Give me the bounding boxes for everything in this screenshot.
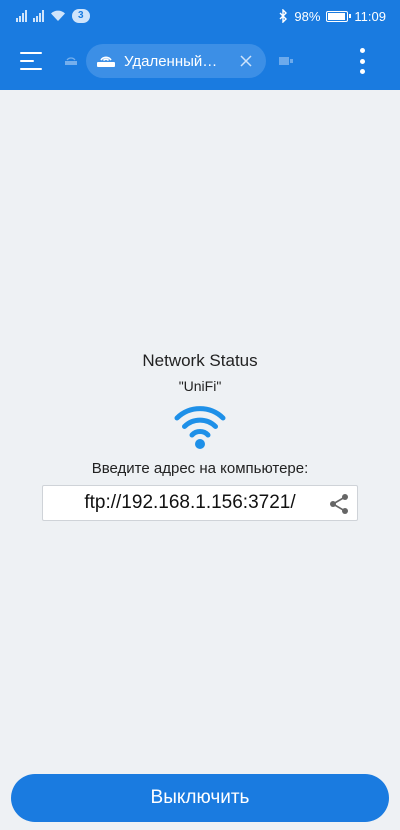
ftp-address-field[interactable]: ftp://192.168.1.156:3721/	[42, 485, 358, 521]
wifi-status-icon	[51, 10, 65, 21]
clock: 11:09	[354, 8, 386, 24]
more-vertical-icon[interactable]	[350, 48, 374, 74]
cell-signal-icon	[16, 10, 27, 22]
notification-badge: 3	[72, 9, 90, 23]
ftp-address[interactable]: ftp://192.168.1.156:3721/	[43, 492, 357, 514]
next-tab-icon[interactable]	[278, 55, 294, 67]
bluetooth-icon	[279, 9, 288, 23]
battery-percent: 98%	[294, 8, 321, 24]
network-ssid: "UniFi"	[178, 378, 222, 394]
address-hint: Введите адрес на компьютере:	[91, 460, 309, 477]
tab-label: Удаленный…	[124, 52, 218, 70]
battery-icon	[326, 10, 352, 22]
page-title: Network Status	[142, 351, 258, 370]
turn-off-button[interactable]: Выключить	[11, 774, 389, 822]
status-bar: 3 98% 11:09	[0, 0, 400, 32]
network-status-panel: Network Status "UniFi" Введите адрес на …	[0, 350, 400, 521]
toolbar: Удаленный…	[0, 32, 400, 90]
tab-remote-manager[interactable]: Удаленный…	[86, 44, 266, 78]
router-icon	[97, 56, 115, 67]
share-icon[interactable]	[327, 492, 351, 516]
cell-signal-2-icon	[33, 10, 44, 22]
hamburger-menu-icon[interactable]	[0, 32, 62, 90]
previous-tab-icon[interactable]	[62, 51, 80, 71]
wifi-icon	[174, 406, 226, 449]
close-tab-icon[interactable]	[236, 51, 256, 71]
status-right: 98% 11:09	[278, 9, 386, 24]
status-left: 3	[16, 9, 90, 23]
